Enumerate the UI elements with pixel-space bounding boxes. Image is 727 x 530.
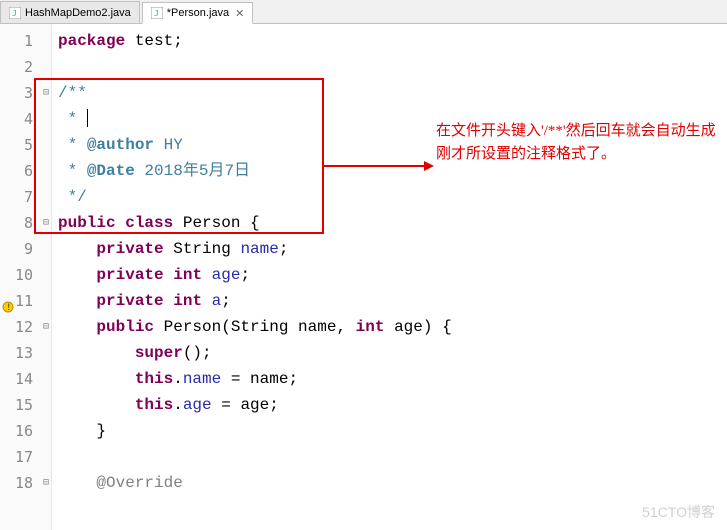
fold-icon[interactable]: ⊟ xyxy=(39,478,49,488)
code-line xyxy=(58,54,727,80)
line-gutter: 1 2 3⊟ 4 5 6 7 8⊟ 9 10 ! 11 12⊟ 13 14 15… xyxy=(0,24,52,530)
line-num: 17 xyxy=(0,444,51,470)
code-line: package test; xyxy=(58,28,727,54)
code-line: @Override xyxy=(58,470,727,496)
fold-icon[interactable]: ⊟ xyxy=(39,218,49,228)
line-num: 7 xyxy=(0,184,51,210)
line-num: 13 xyxy=(0,340,51,366)
code-line xyxy=(58,444,727,470)
code-line: } xyxy=(58,418,727,444)
annotation-text: 在文件开头键入'/**'然后回车就会自动生成刚才所设置的注释格式了。 xyxy=(436,120,716,165)
line-num: 2 xyxy=(0,54,51,80)
code-line: public Person(String name, int age) { xyxy=(58,314,727,340)
line-num: 1 xyxy=(0,28,51,54)
line-num: 8⊟ xyxy=(0,210,51,236)
line-num: 9 xyxy=(0,236,51,262)
fold-icon[interactable]: ⊟ xyxy=(39,322,49,332)
line-num: 16 xyxy=(0,418,51,444)
text-cursor xyxy=(87,109,88,127)
code-line: public class Person { xyxy=(58,210,727,236)
line-num: 18⊟ xyxy=(0,470,51,496)
code-line: private String name; xyxy=(58,236,727,262)
fold-icon[interactable]: ⊟ xyxy=(39,88,49,98)
line-num: 3⊟ xyxy=(0,80,51,106)
code-line: this.name = name; xyxy=(58,366,727,392)
code-line: private int age; xyxy=(58,262,727,288)
line-num: 4 xyxy=(0,106,51,132)
close-icon[interactable]: ✕ xyxy=(235,7,244,20)
line-num: 5 xyxy=(0,132,51,158)
watermark: 51CTO博客 xyxy=(642,502,715,522)
tab-label: *Person.java xyxy=(167,7,229,19)
code-line: private int a; xyxy=(58,288,727,314)
svg-text:J: J xyxy=(154,9,159,18)
line-num: ! 11 xyxy=(0,288,51,314)
tab-person[interactable]: J *Person.java ✕ xyxy=(142,2,254,24)
line-num: 12⊟ xyxy=(0,314,51,340)
java-file-icon: J xyxy=(9,7,21,19)
svg-text:!: ! xyxy=(6,303,11,313)
tab-label: HashMapDemo2.java xyxy=(25,7,131,19)
java-file-icon: J xyxy=(151,7,163,19)
svg-text:J: J xyxy=(12,9,17,18)
code-area[interactable]: package test; /** * * @author HY * @Date… xyxy=(52,24,727,530)
code-editor: 1 2 3⊟ 4 5 6 7 8⊟ 9 10 ! 11 12⊟ 13 14 15… xyxy=(0,24,727,530)
line-num: 10 xyxy=(0,262,51,288)
code-line: /** xyxy=(58,80,727,106)
line-num: 6 xyxy=(0,158,51,184)
warning-icon[interactable]: ! xyxy=(2,295,14,307)
editor-tabs: J HashMapDemo2.java J *Person.java ✕ xyxy=(0,0,727,24)
code-line: super(); xyxy=(58,340,727,366)
code-line: */ xyxy=(58,184,727,210)
line-num: 14 xyxy=(0,366,51,392)
code-line: this.age = age; xyxy=(58,392,727,418)
tab-hashmap[interactable]: J HashMapDemo2.java xyxy=(0,1,140,23)
line-num: 15 xyxy=(0,392,51,418)
